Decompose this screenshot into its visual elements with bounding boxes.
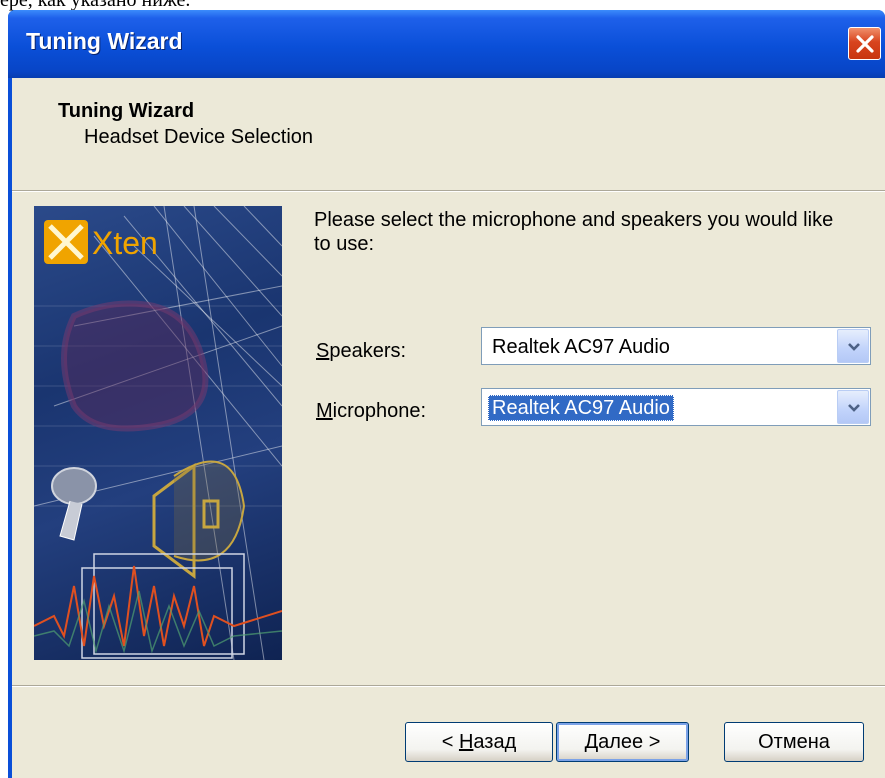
microphone-label-text: icrophone:: [332, 400, 427, 422]
footer-divider-highlight: [12, 686, 885, 687]
back-button-prefix: <: [441, 731, 459, 753]
back-button[interactable]: < Назад: [405, 722, 553, 762]
back-button-text: азад: [473, 731, 517, 753]
microphone-dropdown[interactable]: Realtek AC97 Audio: [481, 388, 871, 426]
microphone-label: Microphone:: [316, 400, 426, 423]
close-icon: [856, 35, 874, 53]
banner-artwork: Xten: [34, 206, 282, 660]
xten-banner-image: Xten: [34, 206, 282, 660]
back-button-mnemonic: Н: [458, 731, 474, 753]
tuning-wizard-window: Tuning Wizard Tuning Wizard Headset Devi…: [8, 10, 885, 778]
next-button-mnemonic: Д: [584, 731, 599, 753]
microphone-selected-value: Realtek AC97 Audio: [488, 395, 674, 421]
wizard-header-title: Tuning Wizard: [58, 100, 195, 122]
next-button-text: алее >: [598, 731, 661, 753]
wizard-header-subtitle: Headset Device Selection: [84, 126, 314, 148]
wizard-client-area: Tuning Wizard Headset Device Selection X…: [12, 78, 885, 778]
speakers-dropdown-button[interactable]: [837, 329, 869, 363]
speakers-label-text: peakers:: [329, 340, 407, 362]
instruction-text: Please select the microphone and speaker…: [314, 209, 834, 255]
speakers-label: Speakers:: [316, 340, 406, 363]
next-button[interactable]: Далее >: [556, 722, 689, 762]
header-divider-highlight: [12, 191, 885, 192]
window-title: Tuning Wizard: [26, 28, 183, 54]
speakers-label-mnemonic: S: [316, 340, 330, 362]
microphone-label-mnemonic: M: [316, 400, 333, 422]
svg-text:Xten: Xten: [92, 225, 158, 261]
title-bar[interactable]: Tuning Wizard: [8, 10, 885, 78]
speakers-dropdown[interactable]: Realtek AC97 Audio: [481, 327, 871, 365]
chevron-down-icon: [848, 404, 860, 412]
close-button[interactable]: [848, 27, 881, 60]
microphone-dropdown-button[interactable]: [837, 390, 869, 424]
cancel-button[interactable]: Отмена: [724, 722, 864, 762]
wizard-header: Tuning Wizard Headset Device Selection: [12, 78, 885, 190]
speakers-selected-value: Realtek AC97 Audio: [492, 336, 670, 358]
chevron-down-icon: [848, 343, 860, 351]
